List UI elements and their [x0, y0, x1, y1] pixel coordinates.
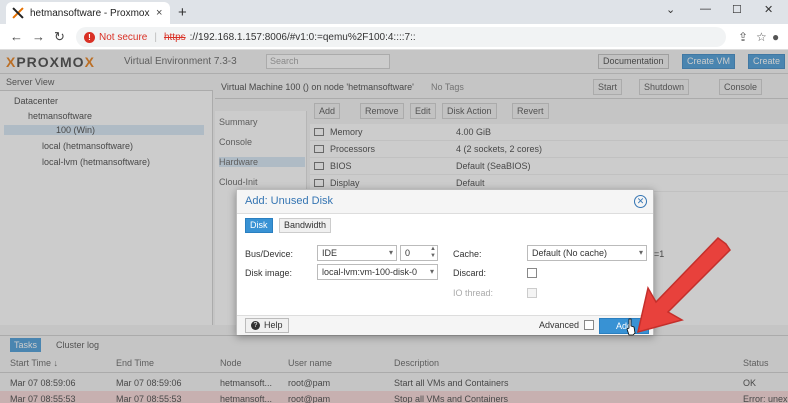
- disk-image-label: Disk image:: [245, 268, 293, 278]
- share-icon[interactable]: ⇪: [738, 30, 748, 44]
- back-arrow-icon[interactable]: ←: [10, 29, 23, 44]
- forward-arrow-icon[interactable]: →: [32, 29, 45, 44]
- dialog-title: Add: Unused Disk: [245, 195, 334, 207]
- chevron-down-icon: ▾: [388, 248, 393, 257]
- cache-label: Cache:: [453, 249, 482, 259]
- disk-image-select[interactable]: local-lvm:vm-100-disk-0 ▾: [317, 264, 438, 280]
- dialog-title-bar: Add: Unused Disk ✕: [237, 190, 653, 214]
- url-scheme: https: [163, 31, 186, 43]
- spinner-icon: ▲ ▼: [430, 246, 436, 259]
- maximize-button[interactable]: ☐: [732, 3, 742, 16]
- dialog-footer: ? Help Advanced Add: [237, 315, 653, 335]
- mouse-pointer-icon: [626, 318, 636, 336]
- browser-tab[interactable]: hetmansoftware - Proxmox Virtu ×: [6, 2, 170, 24]
- close-window-button[interactable]: ✕: [764, 3, 773, 16]
- add-unused-disk-dialog: Add: Unused Disk ✕ Disk Bandwidth Bus/De…: [236, 189, 654, 335]
- bus-device-label: Bus/Device:: [245, 249, 294, 259]
- discard-label: Discard:: [453, 268, 487, 278]
- advanced-checkbox[interactable]: [584, 320, 594, 330]
- bus-select[interactable]: IDE ▾: [317, 245, 397, 261]
- url-input[interactable]: ! Not secure | https://192.168.1.157:800…: [76, 27, 726, 47]
- discard-checkbox[interactable]: [527, 268, 537, 278]
- close-icon[interactable]: ✕: [634, 195, 647, 208]
- new-tab-button[interactable]: +: [178, 4, 187, 21]
- advanced-label: Advanced: [539, 320, 580, 330]
- browser-tab-title: hetmansoftware - Proxmox Virtu: [30, 7, 150, 19]
- io-thread-label: IO thread:: [453, 288, 494, 298]
- reload-icon[interactable]: ↻: [54, 29, 65, 45]
- star-icon[interactable]: ☆: [756, 30, 767, 44]
- help-button[interactable]: ? Help: [245, 318, 289, 333]
- warning-icon[interactable]: !: [84, 31, 95, 43]
- not-secure-label[interactable]: Not secure: [99, 32, 147, 43]
- proxmox-favicon-icon: [12, 7, 24, 19]
- device-number-stepper[interactable]: 0 ▲ ▼: [400, 245, 438, 261]
- tab-bandwidth[interactable]: Bandwidth: [279, 218, 332, 233]
- tab-search-icon[interactable]: ⌄: [666, 3, 675, 16]
- profile-icon[interactable]: ●: [772, 30, 779, 44]
- browser-tab-bar: hetmansoftware - Proxmox Virtu × + ⌄ — ☐…: [0, 0, 788, 24]
- tab-disk[interactable]: Disk: [245, 218, 273, 233]
- chevron-down-icon: ▾: [429, 267, 434, 276]
- help-icon: ?: [251, 321, 260, 330]
- url-separator: |: [154, 31, 157, 43]
- url-text: ://192.168.1.157:8006/#v1:0:=qemu%2F100:…: [189, 31, 416, 43]
- address-bar-row: ← → ↻ ! Not secure | https://192.168.1.1…: [0, 24, 788, 50]
- tab-close-icon[interactable]: ×: [156, 7, 162, 19]
- minimize-button[interactable]: —: [700, 3, 711, 15]
- io-thread-checkbox[interactable]: [527, 288, 537, 298]
- red-arrow-annotation: [636, 237, 731, 334]
